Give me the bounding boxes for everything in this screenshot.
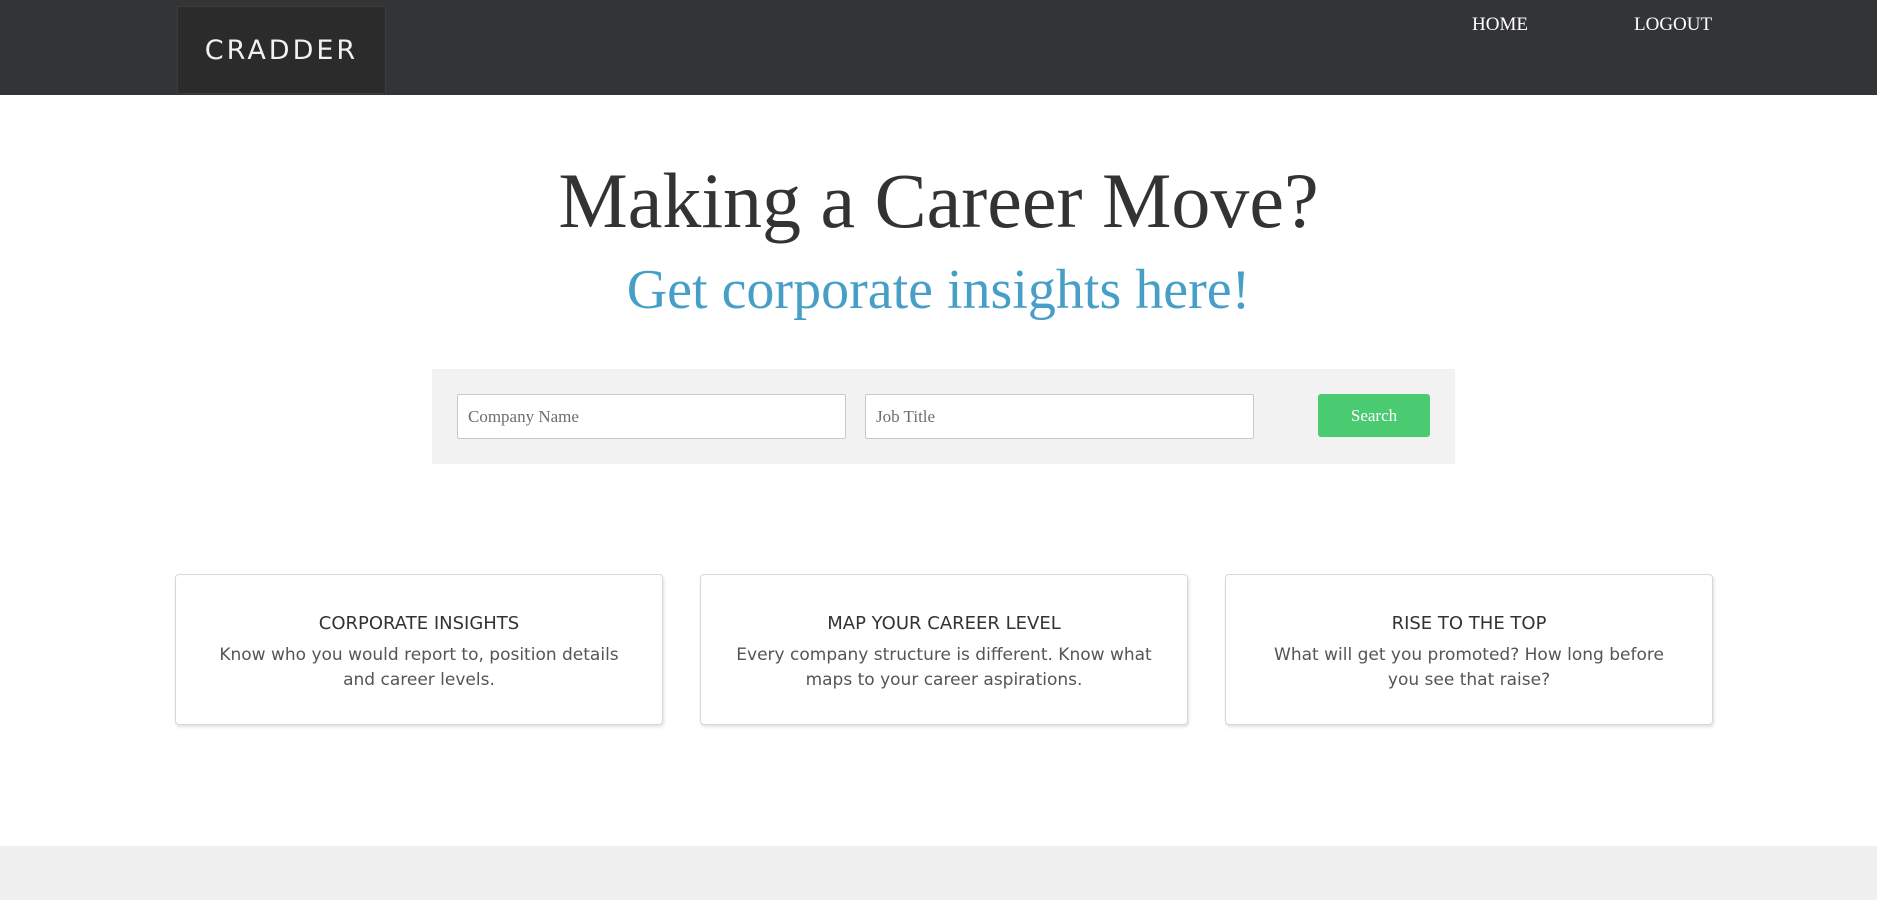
footer-band	[0, 846, 1877, 900]
nav-home-link[interactable]: HOME	[1472, 14, 1528, 36]
feature-card-text: Know who you would report to, position d…	[219, 645, 619, 690]
logo-text: CRADDER	[204, 34, 359, 66]
search-button[interactable]: Search	[1318, 394, 1430, 437]
cradder-logo[interactable]: CRADDER	[177, 6, 386, 94]
feature-card-title: MAP YOUR CAREER LEVEL	[827, 613, 1061, 634]
company-name-input[interactable]	[457, 394, 846, 439]
feature-card-text: Every company structure is different. Kn…	[736, 645, 1152, 690]
feature-card-corporate-insights: CORPORATE INSIGHTS Know who you would re…	[175, 574, 663, 725]
nav-logout-link[interactable]: LOGOUT	[1634, 14, 1712, 36]
search-panel: Search	[432, 369, 1455, 464]
hero-title: Making a Career Move?	[558, 157, 1319, 244]
feature-card-rise-to-top: RISE TO THE TOP What will get you promot…	[1225, 574, 1713, 725]
feature-card-text: What will get you promoted? How long bef…	[1274, 645, 1664, 690]
feature-card-title: RISE TO THE TOP	[1391, 613, 1547, 634]
top-navbar: CRADDER HOME LOGOUT	[0, 0, 1877, 95]
feature-card-title: CORPORATE INSIGHTS	[318, 613, 520, 634]
feature-card-map-career-level: MAP YOUR CAREER LEVEL Every company stru…	[700, 574, 1188, 725]
job-title-input[interactable]	[865, 394, 1254, 439]
hero-subtitle: Get corporate insights here!	[626, 259, 1251, 321]
